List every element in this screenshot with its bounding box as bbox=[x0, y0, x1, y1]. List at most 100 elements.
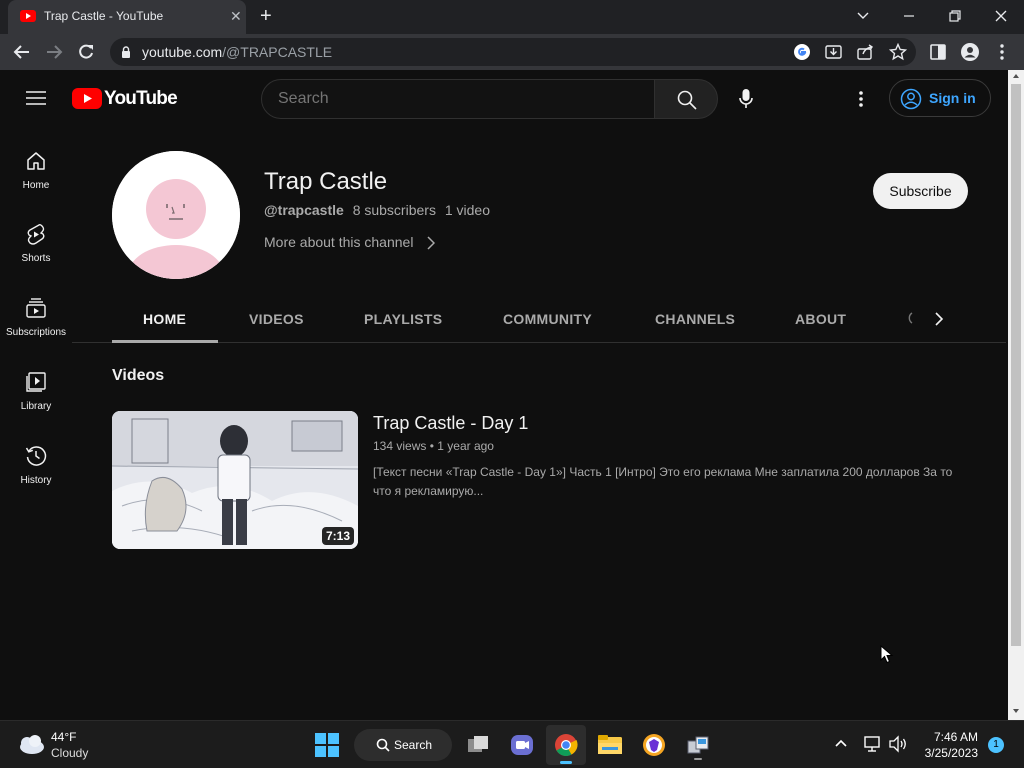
tab-home[interactable]: HOME bbox=[143, 311, 186, 327]
file-explorer-icon[interactable] bbox=[594, 729, 626, 761]
guide-item-label: Shorts bbox=[21, 253, 51, 264]
minimize-icon[interactable] bbox=[895, 6, 923, 26]
youtube-logo[interactable]: YouTube bbox=[72, 88, 178, 110]
channel-name: Trap Castle bbox=[264, 168, 388, 195]
subscriber-count: 8 subscribers bbox=[352, 202, 436, 218]
tab-search-partial-icon bbox=[908, 312, 913, 324]
channel-meta: @trapcastle 8 subscribers 1 video bbox=[264, 202, 490, 218]
close-window-icon[interactable] bbox=[987, 6, 1015, 26]
forward-icon[interactable] bbox=[44, 43, 64, 61]
chevron-right-icon bbox=[427, 236, 436, 250]
tab-videos[interactable]: VIDEOS bbox=[249, 311, 304, 327]
browser-tab[interactable]: Trap Castle - YouTube ✕ bbox=[8, 0, 246, 34]
share-icon[interactable] bbox=[857, 44, 875, 60]
volume-icon[interactable] bbox=[888, 735, 908, 753]
video-description: [Текст песни «Trap Castle - Day 1»] Част… bbox=[373, 465, 953, 498]
new-tab-icon[interactable]: + bbox=[260, 5, 272, 27]
more-about-label: More about this channel bbox=[264, 234, 414, 250]
guide-item-label: History bbox=[20, 475, 52, 486]
bookmark-star-icon[interactable] bbox=[889, 43, 907, 61]
weather-description[interactable]: Cloudy bbox=[51, 746, 88, 760]
active-app-indicator bbox=[560, 761, 572, 764]
install-app-icon[interactable] bbox=[825, 44, 843, 60]
youtube-logo-icon bbox=[72, 88, 102, 109]
reload-icon[interactable] bbox=[77, 43, 95, 61]
library-icon bbox=[26, 372, 46, 392]
url-host: youtube.com bbox=[142, 44, 223, 60]
subscribe-button[interactable]: Subscribe bbox=[873, 173, 968, 209]
show-hidden-icons-icon[interactable] bbox=[834, 738, 848, 748]
restore-icon[interactable] bbox=[941, 6, 969, 26]
guide-item-label: Subscriptions bbox=[5, 327, 67, 338]
guide-item-history[interactable]: History bbox=[0, 445, 72, 519]
search-button[interactable] bbox=[654, 79, 718, 119]
scroll-thumb[interactable] bbox=[1011, 84, 1021, 646]
network-app-icon[interactable] bbox=[682, 729, 714, 761]
close-tab-icon[interactable]: ✕ bbox=[230, 9, 242, 23]
side-panel-icon[interactable] bbox=[930, 44, 946, 60]
browser-toolbar: youtube.com/@TRAPCASTLE bbox=[0, 34, 1024, 70]
guide-item-shorts[interactable]: Shorts bbox=[0, 223, 72, 297]
address-bar[interactable]: youtube.com/@TRAPCASTLE bbox=[110, 38, 916, 66]
video-meta: 134 views • 1 year ago bbox=[373, 439, 494, 453]
tab-community[interactable]: COMMUNITY bbox=[503, 311, 592, 327]
sign-in-button[interactable]: Sign in bbox=[889, 79, 991, 117]
profile-icon[interactable] bbox=[960, 42, 980, 62]
microphone-icon[interactable] bbox=[738, 88, 754, 110]
home-icon bbox=[27, 152, 45, 170]
guide-item-home[interactable]: Home bbox=[0, 150, 72, 224]
guide-item-library[interactable]: Library bbox=[0, 371, 72, 445]
search-box[interactable] bbox=[261, 79, 655, 119]
teams-chat-icon[interactable] bbox=[506, 729, 538, 761]
youtube-favicon-icon bbox=[20, 10, 36, 22]
scroll-down-arrow-icon[interactable] bbox=[1012, 708, 1020, 714]
clock-date[interactable]: 3/25/2023 bbox=[916, 746, 978, 760]
more-about-link[interactable]: More about this channel bbox=[264, 234, 436, 250]
tabs-scroll-right-icon[interactable] bbox=[934, 311, 944, 327]
video-count: 1 video bbox=[444, 202, 490, 218]
tab-playlists[interactable]: PLAYLISTS bbox=[364, 311, 442, 327]
tab-about[interactable]: ABOUT bbox=[795, 311, 846, 327]
guide-item-label: Home bbox=[22, 180, 50, 191]
history-icon bbox=[25, 446, 47, 466]
page-scrollbar[interactable] bbox=[1008, 70, 1024, 720]
tab-search-icon[interactable] bbox=[849, 6, 877, 26]
video-duration: 7:13 bbox=[321, 527, 354, 545]
channel-avatar[interactable] bbox=[112, 151, 240, 279]
notification-badge[interactable]: 1 bbox=[988, 737, 1004, 753]
url-path: /@TRAPCASTLE bbox=[222, 44, 333, 60]
thumbnail-illustration bbox=[112, 411, 358, 549]
video-thumbnail[interactable]: 7:13 bbox=[112, 411, 358, 549]
chrome-icon bbox=[555, 734, 578, 756]
cloudy-weather-icon[interactable] bbox=[16, 733, 46, 755]
youtube-masthead: YouTube Sign in bbox=[0, 70, 1008, 126]
sign-in-label: Sign in bbox=[929, 90, 976, 106]
mouse-cursor-icon bbox=[880, 645, 894, 664]
guide-item-subscriptions[interactable]: Subscriptions bbox=[0, 297, 72, 371]
network-status-icon[interactable] bbox=[863, 735, 881, 753]
clock-time[interactable]: 7:46 AM bbox=[916, 730, 978, 744]
back-icon[interactable] bbox=[12, 43, 32, 61]
task-view-icon[interactable] bbox=[462, 729, 494, 761]
google-icon[interactable] bbox=[793, 43, 811, 61]
guide-item-label: Library bbox=[20, 401, 52, 412]
scroll-up-arrow-icon[interactable] bbox=[1012, 73, 1020, 79]
video-title[interactable]: Trap Castle - Day 1 bbox=[373, 413, 528, 434]
brave-browser-icon[interactable] bbox=[638, 729, 670, 761]
subscriptions-icon bbox=[26, 298, 46, 318]
taskbar-search-label: Search bbox=[394, 738, 433, 752]
taskbar-search[interactable]: Search bbox=[354, 729, 452, 761]
settings-menu-icon[interactable] bbox=[856, 90, 866, 108]
search-input[interactable] bbox=[278, 90, 638, 108]
lock-icon[interactable] bbox=[121, 46, 131, 58]
channel-handle: @trapcastle bbox=[264, 202, 344, 218]
tab-channels[interactable]: CHANNELS bbox=[655, 311, 735, 327]
chrome-taskbar-button[interactable] bbox=[546, 725, 586, 765]
windows-taskbar: 44°F Cloudy Search 7:46 AM 3/25/2023 1 bbox=[0, 720, 1024, 768]
weather-temperature[interactable]: 44°F bbox=[51, 730, 76, 744]
account-icon bbox=[900, 88, 922, 110]
browser-menu-icon[interactable] bbox=[997, 43, 1007, 61]
section-heading[interactable]: Videos bbox=[112, 367, 164, 385]
windows-start-icon[interactable] bbox=[315, 733, 339, 757]
hamburger-menu-icon[interactable] bbox=[26, 90, 46, 106]
